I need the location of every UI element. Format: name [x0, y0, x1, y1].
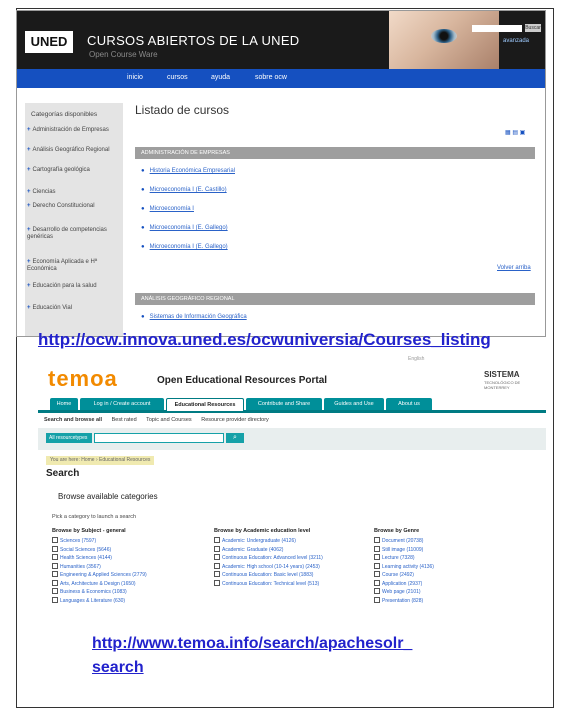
uned-header: UNED CURSOS ABIERTOS DE LA UNED Open Cou…: [17, 11, 545, 69]
temoa-url-line-2[interactable]: search: [92, 656, 412, 680]
subnav-search-browse[interactable]: Search and browse all: [44, 417, 102, 423]
sidebar-category[interactable]: + Desarrollo de competencias genéricas: [27, 227, 121, 241]
sidebar-category[interactable]: + Ciencias: [27, 189, 121, 196]
nav-cursos[interactable]: cursos: [167, 74, 188, 81]
search-input[interactable]: [94, 433, 224, 443]
portal-title: Open Educational Resources Portal: [157, 375, 328, 386]
temoa-tab-bar: Home Log in / Create account Educational…: [38, 398, 546, 413]
eye-banner-image: [389, 11, 499, 69]
uned-nav-bar: inicio cursos ayuda sobre ocw: [17, 69, 545, 88]
column-title: Browse by Genre: [374, 528, 420, 534]
uned-logo[interactable]: UNED: [25, 31, 73, 53]
temoa-subnav: Search and browse all Best rated Topic a…: [44, 417, 277, 423]
browse-column-subject: Browse by Subject - general Sciences (75…: [52, 528, 202, 605]
sidebar-category[interactable]: + Educación para la salud: [27, 283, 121, 290]
page-title: Listado de cursos: [135, 103, 230, 117]
category-checkbox[interactable]: Lecture (7328): [374, 554, 524, 563]
category-checkbox[interactable]: Learning activity (4136): [374, 563, 524, 572]
language-link[interactable]: English: [408, 356, 424, 362]
sidebar-category[interactable]: + Administración de Empresas: [27, 127, 121, 134]
sidebar-category[interactable]: + Educación Vial: [27, 305, 121, 312]
category-checkbox[interactable]: Academic: High school (10-14 years) (245…: [214, 563, 364, 572]
subnav-topic-courses[interactable]: Topic and Courses: [146, 417, 192, 423]
temoa-url-line-1[interactable]: http://www.temoa.info/search/apachesolr_: [92, 632, 412, 656]
category-checkbox[interactable]: Presentation (828): [374, 597, 524, 606]
course-link[interactable]: Microeconomía I (E. Castillo): [141, 187, 227, 193]
category-checkbox[interactable]: Sciences (7597): [52, 537, 202, 546]
category-checkbox[interactable]: Languages & Literature (630): [52, 597, 202, 606]
course-link[interactable]: Microeconomía I (E. Gallego): [141, 225, 228, 231]
browse-heading: Browse available categories: [58, 492, 158, 501]
temoa-search-bar: All resourcetypes ⌕: [38, 428, 546, 450]
category-checkbox[interactable]: Academic: Undergraduate (4126): [214, 537, 364, 546]
sidebar-category[interactable]: + Economía Aplicada e Hª Económica: [27, 259, 121, 273]
course-link[interactable]: Historia Económica Empresarial: [141, 168, 235, 174]
eye-icon: [431, 29, 457, 43]
column-title: Browse by Academic education level: [214, 528, 311, 534]
category-checkbox[interactable]: Academic: Graduate (4062): [214, 546, 364, 555]
category-checkbox[interactable]: Humanities (3567): [52, 563, 202, 572]
tab-home[interactable]: Home: [50, 398, 78, 410]
category-checkbox[interactable]: Continuous Education: Advanced level (32…: [214, 554, 364, 563]
search-heading: Search: [46, 468, 80, 479]
category-checkbox[interactable]: Health Sciences (4144): [52, 554, 202, 563]
section-header: ANÁLISIS GEOGRÁFICO REGIONAL: [135, 293, 535, 305]
category-checkbox[interactable]: Still image (11009): [374, 546, 524, 555]
sistema-logo: SISTEMA: [484, 370, 520, 379]
temoa-url-link[interactable]: http://www.temoa.info/search/apachesolr_…: [92, 632, 412, 680]
category-checkbox[interactable]: Arts, Architecture & Design (1650): [52, 580, 202, 589]
sidebar-category[interactable]: + Análisis Geográfico Regional: [27, 147, 121, 154]
category-checkbox[interactable]: Web page (2101): [374, 588, 524, 597]
nav-inicio[interactable]: inicio: [127, 74, 143, 81]
category-checkbox[interactable]: Document (20738): [374, 537, 524, 546]
sidebar-title: Categorías disponibles: [31, 111, 98, 118]
uned-sidebar: Categorías disponibles + Administración d…: [25, 103, 123, 336]
category-checkbox[interactable]: Application (2937): [374, 580, 524, 589]
search-icon[interactable]: ⌕: [226, 433, 244, 443]
uned-title: CURSOS ABIERTOS DE LA UNED: [87, 33, 300, 48]
feed-icons[interactable]: ▦ ▤ ▣: [505, 129, 525, 136]
browse-column-genre: Browse by Genre Document (20738) Still i…: [374, 528, 524, 605]
category-checkbox[interactable]: Continuous Education: Technical level (5…: [214, 580, 364, 589]
section-header: ADMINISTRACIÓN DE EMPRESAS: [135, 147, 535, 159]
category-checkbox[interactable]: Business & Economics (1083): [52, 588, 202, 597]
uned-search-input[interactable]: [472, 25, 522, 32]
temoa-logo[interactable]: temoa: [48, 366, 118, 392]
tab-login[interactable]: Log in / Create account: [80, 398, 164, 410]
sidebar-category[interactable]: + Derecho Constitucional: [27, 203, 121, 210]
column-title: Browse by Subject - general: [52, 528, 126, 534]
tab-guides[interactable]: Guides and Use: [324, 398, 384, 410]
category-checkbox[interactable]: Course (2492): [374, 571, 524, 580]
uned-screenshot: UNED CURSOS ABIERTOS DE LA UNED Open Cou…: [16, 10, 546, 337]
back-to-top-link[interactable]: Volver arriba: [497, 265, 531, 271]
course-link[interactable]: Microeconomía I (E. Gallego): [141, 244, 228, 250]
category-checkbox[interactable]: Continuous Education: Basic level (1883): [214, 571, 364, 580]
subnav-provider-directory[interactable]: Resource provider directory: [201, 417, 269, 423]
browse-column-level: Browse by Academic education level Acade…: [214, 528, 364, 588]
uned-search-button[interactable]: Buscar: [525, 24, 541, 32]
tab-educational-resources[interactable]: Educational Resources: [166, 398, 244, 411]
nav-sobre-ocw[interactable]: sobre ocw: [255, 74, 287, 81]
tab-about[interactable]: About us: [386, 398, 432, 410]
uned-advanced-search-link[interactable]: avanzada: [503, 38, 529, 44]
uned-subtitle: Open Course Ware: [89, 50, 158, 59]
pick-category-text: Pick a category to launch a search: [52, 514, 137, 520]
category-checkbox[interactable]: Social Sciences (5646): [52, 546, 202, 555]
temoa-screenshot: English temoa Open Educational Resources…: [38, 356, 546, 626]
breadcrumb: You are here: Home › Educational Resourc…: [46, 456, 155, 465]
course-link[interactable]: Sistemas de Información Geográfica: [141, 314, 247, 320]
nav-ayuda[interactable]: ayuda: [211, 74, 230, 81]
sistema-subtitle: TECNOLÓGICO DE MONTERREY: [484, 380, 521, 390]
uned-url-link[interactable]: http://ocw.innova.uned.es/ocwuniversia/C…: [38, 330, 491, 350]
category-checkbox[interactable]: Engineering & Applied Sciences (2779): [52, 571, 202, 580]
course-link[interactable]: Microeconomía I: [141, 206, 194, 212]
subnav-best-rated[interactable]: Best rated: [112, 417, 137, 423]
sidebar-category[interactable]: + Cartografía geológica: [27, 167, 121, 174]
resource-type-select[interactable]: All resourcetypes: [46, 433, 92, 443]
tab-contribute[interactable]: Contribute and Share: [246, 398, 322, 410]
